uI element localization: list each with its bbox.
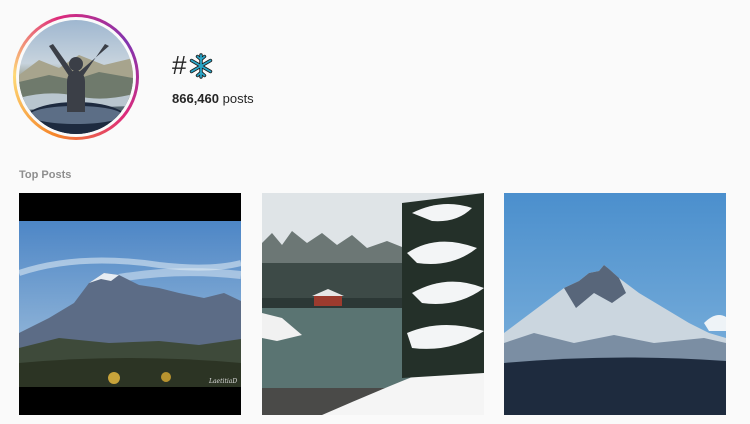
snowflake-icon [190, 52, 213, 79]
hashtag-avatar-image [19, 20, 133, 134]
hashtag-avatar-ring[interactable] [13, 14, 139, 140]
hashtag-symbol: # [172, 50, 187, 80]
top-post-1[interactable]: LaetitiaD [19, 193, 241, 415]
top-posts-label: Top Posts [19, 169, 72, 181]
post-count-number: 866,460 [172, 91, 219, 106]
avatar-gap [16, 17, 136, 137]
top-post-2[interactable] [262, 193, 484, 415]
top-post-3[interactable] [504, 193, 726, 415]
post-count-suffix: posts [219, 91, 254, 106]
hashtag-title: # [172, 50, 214, 81]
watermark-text: LaetitiaD [208, 378, 237, 385]
post-count: 866,460 posts [172, 91, 254, 106]
